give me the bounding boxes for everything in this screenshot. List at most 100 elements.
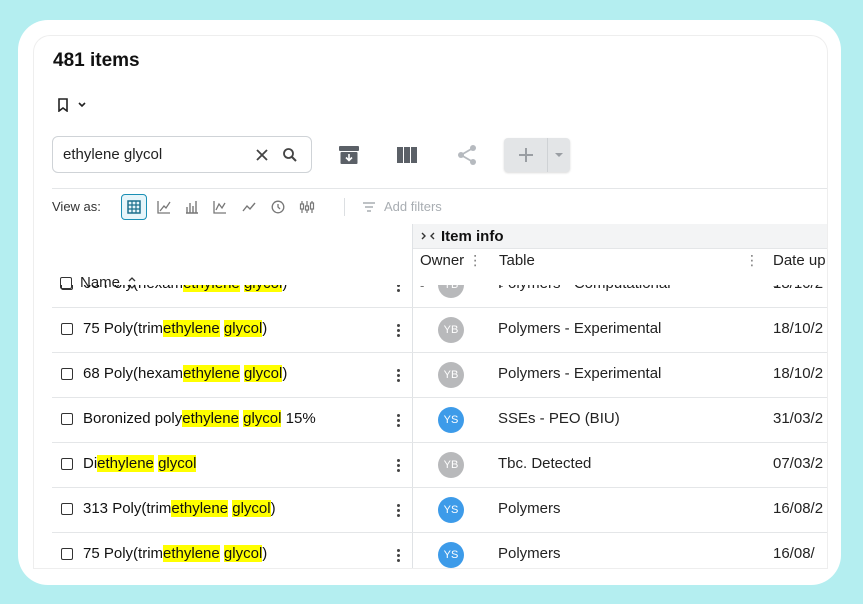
item-name[interactable]: 75 Poly(trimethylene glycol): [83, 545, 267, 562]
view-table-button[interactable]: [121, 194, 147, 220]
row-checkbox[interactable]: [61, 503, 73, 515]
row-menu-icon[interactable]: [392, 408, 404, 432]
clear-search-button[interactable]: [251, 144, 273, 166]
view-as-label: View as:: [52, 199, 101, 214]
view-candlestick-button[interactable]: [294, 194, 320, 220]
collapse-icon: [421, 232, 435, 240]
search-highlight: ethylene: [183, 365, 240, 382]
owner-avatar: YS: [438, 497, 464, 523]
name-text: 68 Poly(hexam: [83, 365, 184, 382]
table-row[interactable]: 313 Poly(trimethylene glycol) YS Polymers 1…: [52, 488, 827, 533]
view-line-chart-button[interactable]: [236, 194, 262, 220]
archive-icon: [339, 146, 359, 164]
date-updated: 16/08/: [773, 545, 815, 562]
name-text: 75 Poly(trim: [83, 320, 164, 337]
add-filters-label: Add filters: [384, 199, 442, 214]
columns-button[interactable]: [394, 142, 420, 168]
search-highlight: ethylene: [97, 455, 154, 472]
clock-icon: [271, 200, 285, 214]
row-menu-icon[interactable]: [392, 453, 404, 477]
search-highlight: glycol: [243, 365, 283, 382]
search-box: [52, 136, 312, 173]
date-updated: 31/03/2: [773, 410, 824, 427]
row-checkbox[interactable]: [61, 285, 73, 290]
date-updated: 18/10/2: [773, 365, 824, 382]
search-highlight: ethylene: [183, 285, 240, 292]
row-menu-icon[interactable]: [392, 498, 404, 522]
search-highlight: glycol: [232, 500, 271, 517]
page-title: 481 items: [53, 50, 140, 71]
search-icon: [283, 147, 297, 162]
name-text: ): [262, 545, 268, 562]
table-name: Polymers: [498, 500, 561, 517]
row-menu-icon[interactable]: [392, 363, 404, 387]
item-name[interactable]: 68 Poly(hexamethylene glycol): [83, 365, 287, 382]
columns-icon: [397, 147, 417, 163]
row-checkbox[interactable]: [61, 368, 73, 380]
row-menu-icon[interactable]: [392, 543, 404, 567]
table-name: Polymers - Computational: [498, 285, 671, 292]
row-menu-icon[interactable]: [392, 285, 404, 297]
table-icon: [127, 200, 141, 214]
name-text: ): [282, 285, 287, 292]
search-highlight: ethylene: [182, 410, 239, 427]
table-row[interactable]: 75 Poly(trimethylene glycol) YS Polymers 16…: [52, 533, 827, 568]
add-item-menu-button[interactable]: [548, 138, 570, 172]
row-checkbox[interactable]: [61, 323, 73, 335]
bar-chart-icon: [186, 201, 198, 214]
item-name[interactable]: 75 Poly(trimethylene glycol): [83, 320, 267, 337]
caret-down-icon: [555, 153, 563, 157]
date-updated: 16/08/2: [773, 500, 824, 517]
table-name: Tbc. Detected: [498, 455, 592, 472]
view-divider: [344, 198, 345, 216]
item-name[interactable]: Boronized polyethylene glycol 15%: [83, 410, 316, 427]
share-icon: [458, 145, 476, 165]
owner-avatar: YB: [438, 362, 464, 388]
owner-column-header[interactable]: Owner ⋮: [420, 252, 482, 269]
search-highlight: glycol: [243, 410, 282, 427]
close-icon: [256, 148, 268, 161]
row-checkbox[interactable]: [61, 548, 73, 560]
owner-column-label: Owner: [420, 252, 465, 269]
view-line-area-button[interactable]: [207, 194, 233, 220]
search-input[interactable]: [63, 146, 245, 163]
name-text: 15%: [281, 410, 316, 427]
add-item-split-button: [504, 138, 570, 172]
search-highlight: ethylene: [163, 545, 220, 562]
row-checkbox[interactable]: [61, 458, 73, 470]
item-name[interactable]: Diethylene glycol: [83, 455, 197, 472]
item-info-group-header[interactable]: Item info: [413, 224, 827, 249]
date-column-label: Date up: [773, 252, 826, 269]
item-name[interactable]: 313 Poly(trimethylene glycol): [83, 500, 276, 517]
table-row[interactable]: Boronized polyethylene glycol 15% YS SSEs …: [52, 398, 827, 443]
name-text: 313 Poly(trim: [83, 500, 172, 517]
date-updated: 18/10/2: [773, 285, 823, 292]
table-column-header[interactable]: Table: [499, 252, 535, 269]
owner-avatar: YS: [438, 542, 464, 568]
table-row[interactable]: 68 Poly(hexamethylene glycol) YB Polymers …: [52, 353, 827, 398]
table-row[interactable]: 75 Poly(trimethylene glycol) YB Polymers -…: [52, 308, 827, 353]
saved-views-dropdown[interactable]: [57, 98, 87, 112]
item-name[interactable]: 68 Poly(hexamethylene glycol): [83, 285, 287, 292]
name-text: ): [262, 320, 268, 337]
table-row[interactable]: Diethylene glycol YB Tbc. Detected 07/03/2: [52, 443, 827, 488]
table-row[interactable]: 68 Poly(hexamethylene glycol) YB Polymers …: [52, 285, 827, 308]
toolbar-divider: [52, 188, 827, 189]
table-column-menu[interactable]: ⋮: [745, 252, 759, 269]
table-column-label: Table: [499, 252, 535, 269]
archive-button[interactable]: [336, 142, 362, 168]
name-text: ): [282, 365, 288, 382]
view-scatter-button[interactable]: [151, 194, 177, 220]
column-menu-icon[interactable]: ⋮: [745, 252, 759, 269]
view-bar-chart-button[interactable]: [179, 194, 205, 220]
scatter-icon: [157, 201, 171, 214]
add-filters-button[interactable]: Add filters: [362, 199, 442, 214]
row-checkbox[interactable]: [61, 413, 73, 425]
share-button[interactable]: [454, 142, 480, 168]
row-menu-icon[interactable]: [392, 318, 404, 342]
date-column-header[interactable]: Date up: [773, 252, 826, 269]
add-item-button[interactable]: [504, 138, 548, 172]
column-menu-icon[interactable]: ⋮: [468, 252, 482, 269]
search-button[interactable]: [279, 144, 301, 166]
view-timeline-button[interactable]: [265, 194, 291, 220]
